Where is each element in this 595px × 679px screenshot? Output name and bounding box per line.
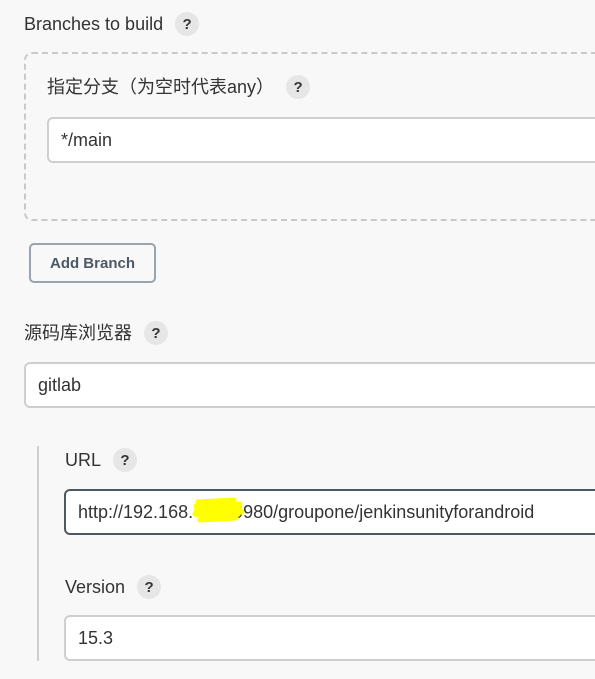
branches-to-build-label: Branches to build	[24, 14, 164, 34]
url-input[interactable]	[64, 489, 595, 535]
version-input[interactable]	[64, 615, 595, 661]
branches-to-build-header: Branches to build ?	[24, 12, 200, 36]
repo-browser-header: 源码库浏览器 ?	[24, 321, 168, 345]
repo-browser-select[interactable]: gitlab	[24, 362, 595, 408]
url-label: URL	[65, 450, 102, 470]
nested-section-divider	[37, 446, 39, 661]
repo-browser-label: 源码库浏览器	[24, 323, 132, 343]
url-header: URL ?	[65, 448, 138, 472]
branch-specifier-help-icon[interactable]: ?	[286, 75, 311, 99]
branch-specifier-label: 指定分支（为空时代表any）	[47, 77, 275, 97]
branch-specifier-header: 指定分支（为空时代表any） ?	[47, 75, 311, 99]
version-label: Version	[65, 577, 126, 597]
version-help-icon[interactable]: ?	[137, 575, 162, 599]
branch-specifier-input[interactable]	[47, 117, 595, 163]
branches-help-icon[interactable]: ?	[175, 12, 200, 36]
repo-browser-help-icon[interactable]: ?	[144, 321, 168, 345]
url-help-icon[interactable]: ?	[113, 448, 138, 472]
bottom-fade	[0, 663, 595, 679]
add-branch-button[interactable]: Add Branch	[29, 243, 156, 283]
version-header: Version ?	[65, 575, 162, 599]
scm-config-panel: Branches to build ? 指定分支（为空时代表any） ? Add…	[0, 0, 595, 679]
